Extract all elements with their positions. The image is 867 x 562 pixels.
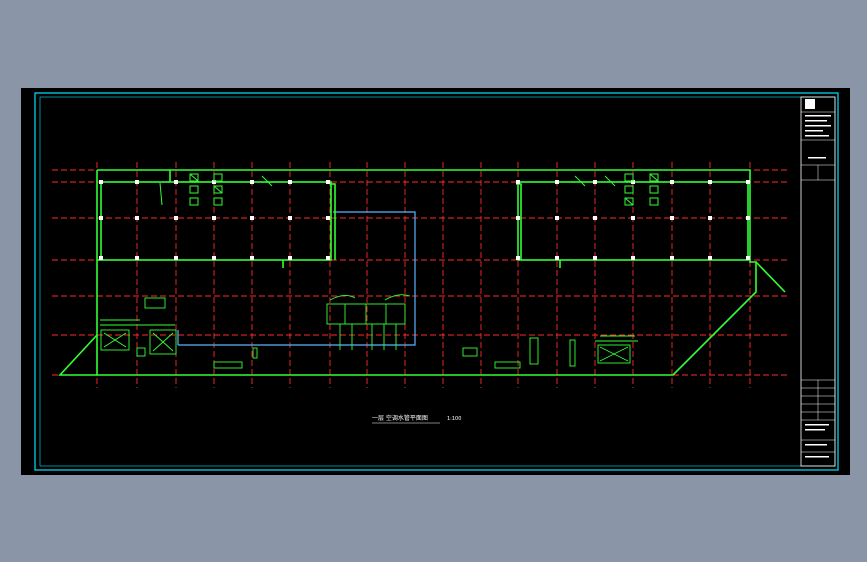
column <box>670 216 674 220</box>
column <box>326 256 330 260</box>
column <box>250 180 254 184</box>
column <box>708 216 712 220</box>
column <box>516 180 520 184</box>
column <box>99 216 103 220</box>
drawing-sheet <box>21 88 850 475</box>
column <box>555 216 559 220</box>
column <box>516 256 520 260</box>
column <box>212 216 216 220</box>
column <box>250 216 254 220</box>
column <box>288 180 292 184</box>
column <box>708 180 712 184</box>
column <box>288 216 292 220</box>
column <box>516 216 520 220</box>
column <box>746 216 750 220</box>
column <box>708 256 712 260</box>
column <box>99 180 103 184</box>
column <box>135 216 139 220</box>
column <box>135 256 139 260</box>
column <box>288 256 292 260</box>
drawing-caption: 一层 空调水管平面图 1:100 <box>372 414 461 424</box>
column <box>326 180 330 184</box>
sheet-title: 一层 空调水管平面图 <box>372 414 428 422</box>
column <box>631 216 635 220</box>
column <box>212 256 216 260</box>
scale-label: 1:100 <box>447 416 461 422</box>
column <box>593 216 597 220</box>
cad-viewport: 一层 空调水管平面图 1:100 <box>0 0 867 562</box>
column <box>593 180 597 184</box>
column <box>135 180 139 184</box>
column <box>670 256 674 260</box>
column <box>250 256 254 260</box>
column <box>670 180 674 184</box>
column <box>174 216 178 220</box>
column <box>174 256 178 260</box>
column <box>555 256 559 260</box>
column <box>555 180 559 184</box>
column <box>746 180 750 184</box>
column <box>593 256 597 260</box>
column <box>631 256 635 260</box>
column <box>174 180 178 184</box>
cad-drawing-svg: 一层 空调水管平面图 1:100 <box>21 88 850 475</box>
column <box>746 256 750 260</box>
column <box>326 216 330 220</box>
column <box>99 256 103 260</box>
